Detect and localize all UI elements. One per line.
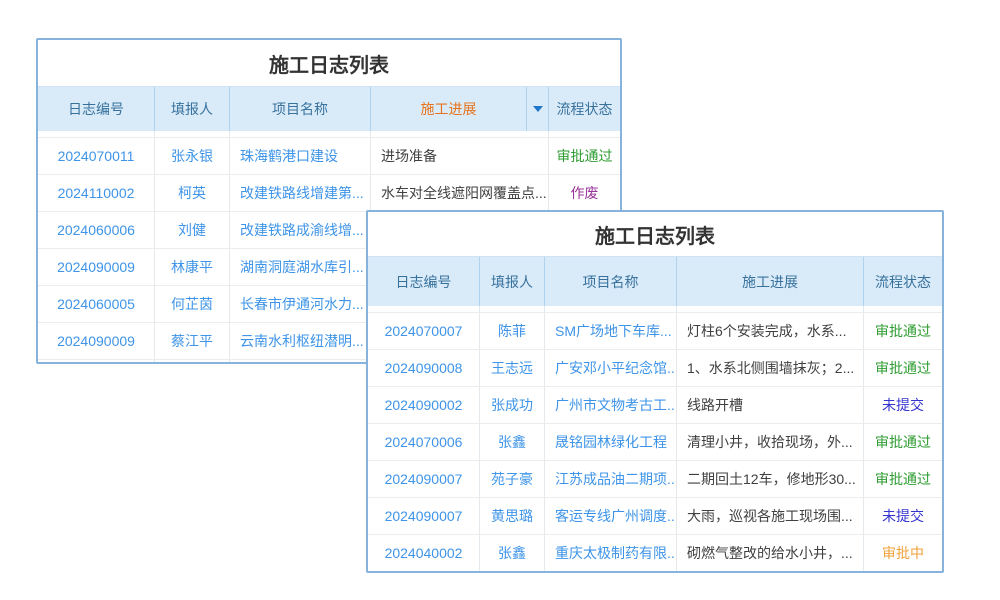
chevron-down-icon[interactable] xyxy=(533,106,543,112)
log-id[interactable]: 2024090009 xyxy=(38,323,155,359)
progress: 线路开槽 xyxy=(677,387,864,423)
project-name: 重庆太极制药有限... xyxy=(545,535,677,571)
log-id[interactable]: 2024090007 xyxy=(368,461,480,497)
log-id[interactable]: 2024060006 xyxy=(38,212,155,248)
project-name: 晟铭园林绿化工程 xyxy=(545,424,677,460)
progress: 水车对全线遮阳网覆盖点... xyxy=(371,175,549,211)
table-header: 日志编号 填报人 项目名称 施工进展 流程状态 xyxy=(368,257,942,306)
project-name: 客运专线广州调度... xyxy=(545,498,677,534)
table-row[interactable]: 2024070007 陈菲 SM广场地下车库... 灯柱6个安装完成，水系...… xyxy=(368,313,942,350)
table-row[interactable]: 2024110002 柯英 改建铁路线增建第... 水车对全线遮阳网覆盖点...… xyxy=(38,175,620,212)
status-badge: 作废 xyxy=(549,175,620,211)
project-name: 云南水利枢纽潜明... xyxy=(230,323,371,359)
log-id[interactable]: 2024070006 xyxy=(368,424,480,460)
col-header-reporter[interactable]: 填报人 xyxy=(480,257,545,306)
progress: 二期回土12车，修地形30... xyxy=(677,461,864,497)
col-header-sort-cell[interactable] xyxy=(527,87,549,131)
reporter: 黄思璐 xyxy=(480,498,545,534)
project-name: 广安邓小平纪念馆... xyxy=(545,350,677,386)
partial-row xyxy=(368,306,942,313)
progress: 砌燃气整改的给水小井，... xyxy=(677,535,864,571)
progress: 大雨，巡视各施工现场围... xyxy=(677,498,864,534)
project-name: 广州市文物考古工... xyxy=(545,387,677,423)
progress: 灯柱6个安装完成，水系... xyxy=(677,313,864,349)
col-header-reporter[interactable]: 填报人 xyxy=(155,87,230,131)
reporter: 苑子豪 xyxy=(480,461,545,497)
table-row[interactable]: 2024070006 张鑫 晟铭园林绿化工程 清理小井，收拾现场，外... 审批… xyxy=(368,424,942,461)
project-name: 改建铁路成渝线增... xyxy=(230,212,371,248)
reporter: 林康平 xyxy=(155,249,230,285)
col-header-project[interactable]: 项目名称 xyxy=(230,87,371,131)
status-badge: 审批通过 xyxy=(864,424,942,460)
reporter: 柯英 xyxy=(155,175,230,211)
log-id[interactable]: 2024090008 xyxy=(368,350,480,386)
log-id[interactable]: 2024070011 xyxy=(38,138,155,174)
table-row[interactable]: 2024090007 黄思璐 客运专线广州调度... 大雨，巡视各施工现场围..… xyxy=(368,498,942,535)
table-title: 施工日志列表 xyxy=(38,40,620,87)
log-id[interactable]: 2024110002 xyxy=(38,175,155,211)
table-row[interactable]: 2024090007 苑子豪 江苏成品油二期项... 二期回土12车，修地形30… xyxy=(368,461,942,498)
reporter: 张永银 xyxy=(155,138,230,174)
reporter: 张鑫 xyxy=(480,535,545,571)
construction-log-table-2: 施工日志列表 日志编号 填报人 项目名称 施工进展 流程状态 202407000… xyxy=(366,210,944,573)
progress: 进场准备 xyxy=(371,138,549,174)
status-badge: 审批通过 xyxy=(864,350,942,386)
log-id[interactable]: 2024040002 xyxy=(368,535,480,571)
project-name: 湖南洞庭湖水库引... xyxy=(230,249,371,285)
project-name: 江苏成品油二期项... xyxy=(545,461,677,497)
table-row[interactable]: 2024090002 张成功 广州市文物考古工... 线路开槽 未提交 xyxy=(368,387,942,424)
project-name: 珠海鹤港口建设 xyxy=(230,138,371,174)
reporter: 王志远 xyxy=(480,350,545,386)
col-header-status[interactable]: 流程状态 xyxy=(864,257,942,306)
table-title: 施工日志列表 xyxy=(368,212,942,257)
reporter: 刘健 xyxy=(155,212,230,248)
progress: 清理小井，收拾现场，外... xyxy=(677,424,864,460)
col-header-progress[interactable]: 施工进展 xyxy=(371,87,527,131)
project-name: 改建铁路线增建第... xyxy=(230,175,371,211)
log-id[interactable]: 2024090009 xyxy=(38,249,155,285)
status-badge: 审批通过 xyxy=(864,313,942,349)
log-id[interactable]: 2024090007 xyxy=(368,498,480,534)
status-badge: 审批中 xyxy=(864,535,942,571)
log-id[interactable]: 2024090002 xyxy=(368,387,480,423)
reporter: 张成功 xyxy=(480,387,545,423)
table-row[interactable]: 2024040002 张鑫 重庆太极制药有限... 砌燃气整改的给水小井，...… xyxy=(368,535,942,571)
col-header-project[interactable]: 项目名称 xyxy=(545,257,677,306)
table-header: 日志编号 填报人 项目名称 施工进展 流程状态 xyxy=(38,87,620,131)
reporter: 何芷茵 xyxy=(155,286,230,322)
progress: 1、水系北侧围墙抹灰；2... xyxy=(677,350,864,386)
log-id[interactable]: 2024060005 xyxy=(38,286,155,322)
log-id[interactable]: 2024070007 xyxy=(368,313,480,349)
reporter: 张鑫 xyxy=(480,424,545,460)
status-badge: 未提交 xyxy=(864,498,942,534)
status-badge: 未提交 xyxy=(864,387,942,423)
project-name: SM广场地下车库... xyxy=(545,313,677,349)
project-name: 长春市伊通河水力... xyxy=(230,286,371,322)
reporter: 蔡江平 xyxy=(155,323,230,359)
reporter: 陈菲 xyxy=(480,313,545,349)
partial-row xyxy=(38,131,620,138)
status-badge: 审批通过 xyxy=(549,138,620,174)
col-header-progress[interactable]: 施工进展 xyxy=(677,257,864,306)
status-badge: 审批通过 xyxy=(864,461,942,497)
col-header-status[interactable]: 流程状态 xyxy=(549,87,620,131)
col-header-log-id[interactable]: 日志编号 xyxy=(38,87,155,131)
table-row[interactable]: 2024090008 王志远 广安邓小平纪念馆... 1、水系北侧围墙抹灰；2.… xyxy=(368,350,942,387)
table-row[interactable]: 2024070011 张永银 珠海鹤港口建设 进场准备 审批通过 xyxy=(38,138,620,175)
col-header-log-id[interactable]: 日志编号 xyxy=(368,257,480,306)
table-body: 2024070007 陈菲 SM广场地下车库... 灯柱6个安装完成，水系...… xyxy=(368,306,942,571)
